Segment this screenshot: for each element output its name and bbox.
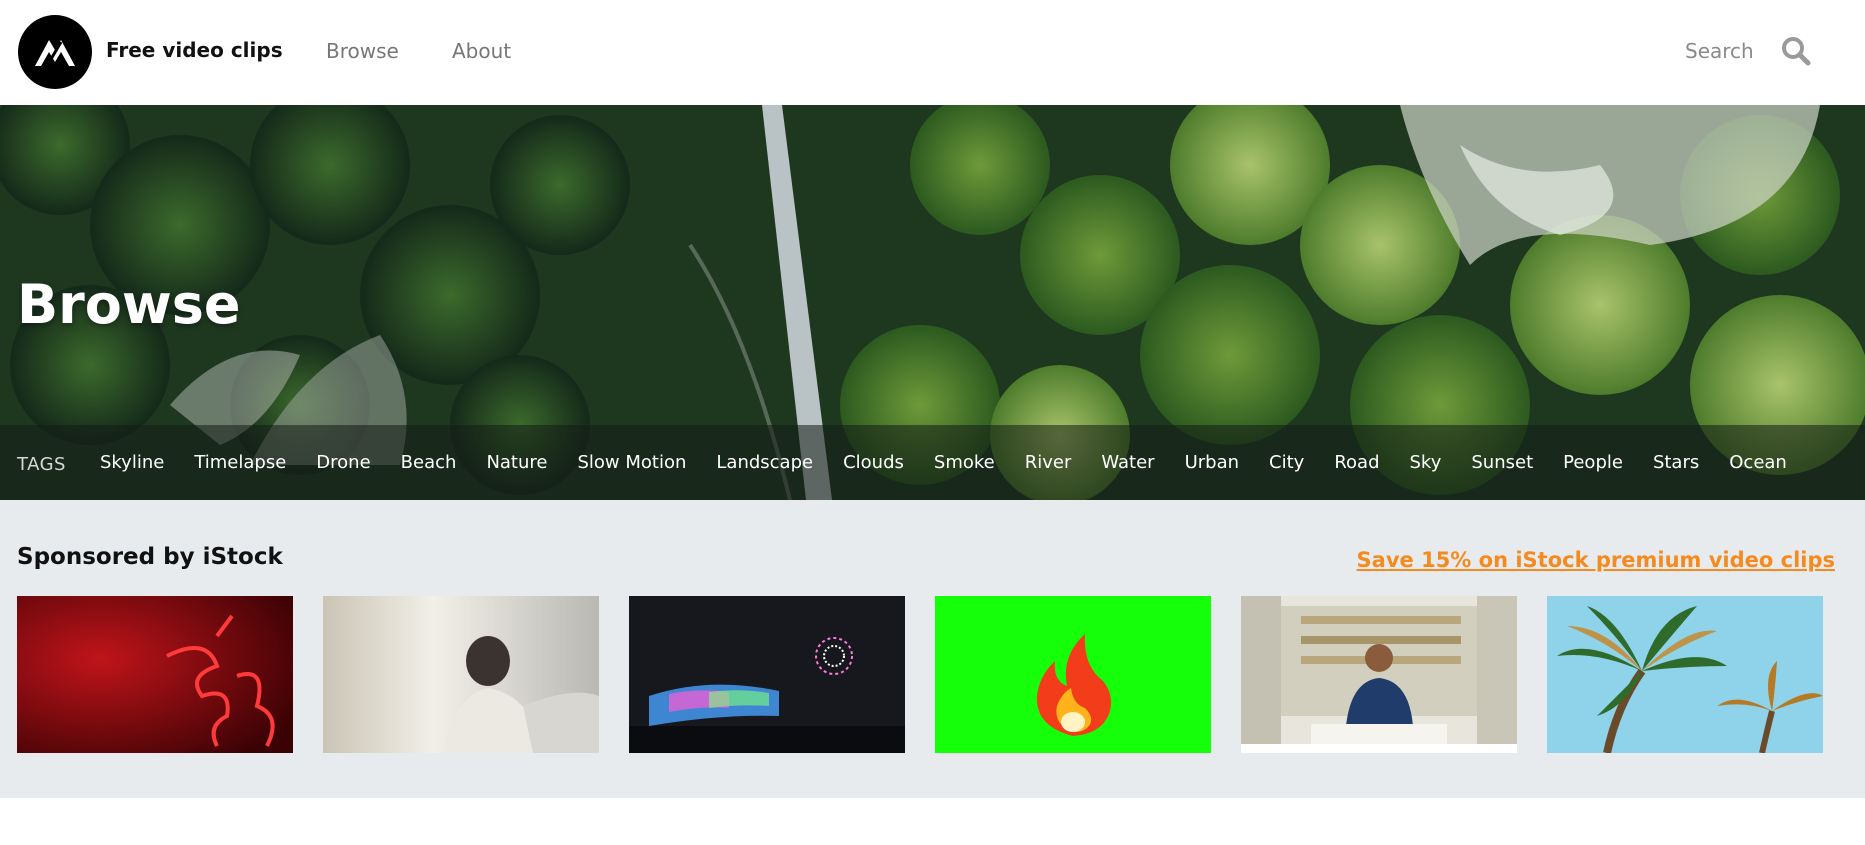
tag-smoke[interactable]: Smoke	[934, 452, 995, 473]
sponsored-thumbnail[interactable]	[629, 596, 905, 753]
sponsored-thumbnail[interactable]	[323, 596, 599, 753]
thumbnail-image	[629, 596, 905, 753]
sponsored-title: Sponsored by iStock	[17, 544, 283, 570]
site-header: Free video clips Browse About	[0, 0, 1865, 105]
tag-slow-motion[interactable]: Slow Motion	[577, 452, 686, 473]
thumbnail-image	[17, 596, 293, 753]
tag-beach[interactable]: Beach	[401, 452, 457, 473]
tag-sky[interactable]: Sky	[1410, 452, 1442, 473]
thumbnail-image	[323, 596, 599, 753]
thumbnail-image	[1547, 596, 1823, 753]
tag-timelapse[interactable]: Timelapse	[194, 452, 286, 473]
search-input[interactable]	[1685, 39, 1767, 63]
sponsored-section: Sponsored by iStock Save 15% on iStock p…	[0, 500, 1865, 798]
tags-label: TAGS	[17, 454, 66, 475]
tag-road[interactable]: Road	[1334, 452, 1379, 473]
istock-promo-link[interactable]: Save 15% on iStock premium video clips	[1357, 548, 1835, 572]
mixkit-logo-icon	[35, 40, 75, 67]
tag-river[interactable]: River	[1025, 452, 1072, 473]
sponsored-thumbnail[interactable]	[1547, 596, 1823, 753]
tag-drone[interactable]: Drone	[316, 452, 370, 473]
tag-clouds[interactable]: Clouds	[843, 452, 904, 473]
tag-water[interactable]: Water	[1101, 452, 1154, 473]
logo[interactable]	[18, 15, 92, 89]
tag-city[interactable]: City	[1269, 452, 1304, 473]
thumbnail-image	[1241, 596, 1517, 753]
thumbnail-image	[935, 596, 1211, 753]
sponsored-thumbnail[interactable]	[17, 596, 293, 753]
tag-sunset[interactable]: Sunset	[1471, 452, 1533, 473]
nav-about[interactable]: About	[452, 39, 511, 63]
sponsored-thumbnail[interactable]	[935, 596, 1211, 753]
nav-browse[interactable]: Browse	[326, 39, 399, 63]
tag-people[interactable]: People	[1563, 452, 1623, 473]
tag-landscape[interactable]: Landscape	[716, 452, 813, 473]
search-icon[interactable]	[1781, 36, 1811, 66]
tags-bar: TAGS Skyline Timelapse Drone Beach Natur…	[0, 425, 1865, 500]
brand-name[interactable]: Free video clips	[106, 38, 283, 62]
tag-stars[interactable]: Stars	[1653, 452, 1699, 473]
page-title: Browse	[17, 273, 241, 336]
tag-nature[interactable]: Nature	[486, 452, 547, 473]
tag-skyline[interactable]: Skyline	[100, 452, 164, 473]
search	[1685, 36, 1811, 66]
tag-urban[interactable]: Urban	[1185, 452, 1239, 473]
sponsored-thumbnail[interactable]	[1241, 596, 1517, 753]
hero-banner: Browse TAGS Skyline Timelapse Drone Beac…	[0, 105, 1865, 500]
tag-ocean[interactable]: Ocean	[1729, 452, 1787, 473]
